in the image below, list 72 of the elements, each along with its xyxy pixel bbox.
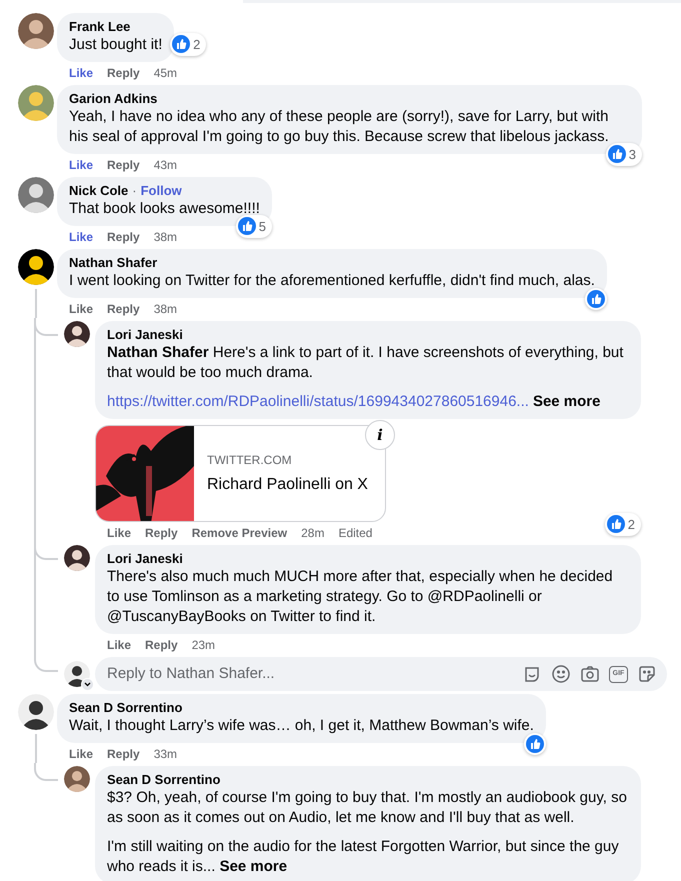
timestamp[interactable]: 43m [154,156,178,174]
follow-link[interactable]: Follow [140,183,182,199]
action-link[interactable]: Reply [145,524,178,542]
info-button[interactable]: i [365,420,395,450]
like-button[interactable]: Like [69,156,94,174]
avatar[interactable] [18,13,54,49]
url-link[interactable]: https://twitter.com/RDPaolinelli/status/1699434027860516946... [107,392,529,412]
preview-title: Richard Paolinelli on X [207,474,368,494]
timestamp[interactable]: 38m [154,300,178,318]
author-name[interactable]: Frank Lee [69,19,130,35]
like-button[interactable]: Like [69,745,94,763]
author-name[interactable]: Sean D Sorrentino [107,772,220,788]
avatar[interactable] [64,766,90,792]
like-button[interactable]: Like [69,64,94,82]
avatar[interactable] [64,545,90,571]
comment-text: I'm still waiting on the audio for the latest Forgotten Warrior, but since the guy who reads it is... See more [107,837,620,877]
emoji-icon[interactable] [551,664,571,684]
avatar[interactable] [18,694,54,730]
timestamp[interactable]: 33m [154,745,178,763]
sticker-icon[interactable] [637,664,657,684]
see-more-link[interactable]: See more [220,858,288,875]
author-name[interactable]: Nick Cole [69,183,128,199]
thumbs-up-icon [238,217,256,236]
comment-text: Nathan Shafer Here's a link to part of it. I have screenshots of everything, but that would be too much drama. [107,343,624,383]
thread-connector [34,763,58,781]
author-name[interactable]: Sean D Sorrentino [69,700,182,716]
thumbs-up-icon [606,515,625,534]
action-link[interactable]: Reply [107,156,140,174]
thumbs-up-icon [526,735,544,753]
reaction-badge[interactable]: 2 [604,512,641,536]
comment-text: Wait, I thought Larry’s wife was… oh, I get it, Matthew Bowman’s wife. [69,716,534,736]
reaction-badge[interactable] [584,288,607,310]
comment-text: Just bought it! [69,35,162,55]
see-more-link[interactable]: See more [532,392,600,412]
camera-icon[interactable] [580,664,600,684]
action-link[interactable]: Reply [107,64,140,82]
timestamp[interactable]: 38m [154,228,178,246]
comment-text: There's also much much MUCH more after that, especially when he decided to use Tomlinson as a marketing strategy. Go to @RDPaolinelli or @TuscanyBayBooks on Twitter to find it. [107,567,614,627]
domain-label: TWITTER.COM [207,452,293,468]
like-button[interactable]: Like [69,228,94,246]
reaction-badge[interactable] [524,733,546,755]
timestamp[interactable]: 45m [154,64,178,82]
thumbs-up-icon [586,290,605,308]
reaction-badge[interactable]: 3 [606,142,642,166]
like-button[interactable]: Like [69,300,94,318]
separator-dot: · [132,183,137,199]
author-name[interactable]: Garion Adkins [69,91,158,107]
edited-label: Edited [338,525,372,542]
author-name[interactable]: Lori Janeski [107,327,183,343]
action-link[interactable]: Reply [107,300,140,318]
thread-line [35,734,37,763]
avatar[interactable] [64,321,90,347]
timestamp[interactable]: 28m [301,524,324,542]
comment-text: $3? Oh, yeah, of course I'm going to buy that. I'm mostly an audiobook guy, so as soon as it comes out on Audio, let me know and I'll buy that as well. [107,788,628,828]
action-link[interactable]: Reply [107,228,140,246]
reaction-badge[interactable]: 2 [170,32,206,56]
chevron-icon[interactable] [81,678,94,691]
avatar[interactable] [18,249,54,285]
thumbs-up-icon [608,145,626,164]
action-link[interactable]: Reply [107,745,140,763]
like-button[interactable]: Like [107,636,132,654]
reaction-badge[interactable]: 5 [236,214,272,238]
timestamp[interactable]: 23m [192,636,216,654]
thumbs-up-icon [172,35,190,54]
author-name[interactable]: Nathan Shafer [69,255,158,271]
like-button[interactable]: Like [107,524,132,542]
comment-text: I went looking on Twitter for the aforementioned kerfuffle, didn't find much, alas. [69,271,595,291]
thread-connector [34,654,58,672]
action-link[interactable]: Reply [145,636,178,654]
avatar[interactable] [64,661,90,687]
action-link[interactable]: Remove Preview [192,524,288,542]
author-name[interactable]: Lori Janeski [107,551,183,567]
